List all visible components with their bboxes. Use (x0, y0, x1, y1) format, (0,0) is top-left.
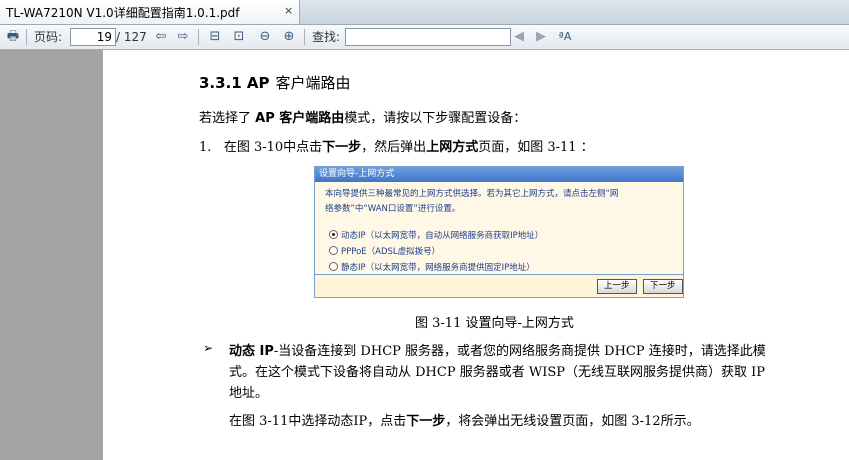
dialog-description: 本向导提供三种最常见的上网方式供选择。若为其它上网方式，请点击左侧“网 络参数”… (325, 187, 675, 217)
last-paragraph: 在图 3-11中选择动态IP，点击下一步，将会弹出无线设置页面，如图 3-12所… (229, 410, 700, 429)
tab-bar: TL-WA7210N V1.0详细配置指南1.0.1.pdf × (0, 0, 849, 25)
step-bold-mode: 上网方式 (426, 140, 479, 155)
step-text-end: 页面，如图 3-11 ： (478, 140, 594, 155)
zoom-in-icon[interactable]: ⊕ (280, 28, 298, 46)
bullet-bold: 动态 IP (229, 344, 274, 359)
find-input[interactable] (345, 28, 511, 46)
left-gray-panel (0, 50, 103, 460)
radio-icon[interactable] (329, 262, 338, 271)
find-previous-icon[interactable]: ◀ (510, 28, 528, 46)
dialog-footer: 上一步 下一步 (315, 274, 683, 297)
bullet-arrow-icon: ➢ (203, 341, 214, 355)
step-number: 1. (199, 140, 212, 155)
find-next-icon[interactable]: ▶ (532, 28, 550, 46)
page-total: / 127 (116, 30, 147, 44)
next-page-icon[interactable]: ⇨ (174, 28, 192, 46)
step-text: 在图 3-10中点击 (223, 140, 323, 155)
previous-page-icon[interactable]: ⇦ (152, 28, 170, 46)
intro-bold: AP 客户端路由 (255, 111, 345, 126)
option-pppoe[interactable]: PPPoE（ADSL虚拟拨号） (329, 245, 440, 257)
bullet-line-2: 式。在这个模式下设备将自动从 DHCP 服务器或者 WISP（无线互联网服务提供… (229, 365, 766, 380)
radio-icon[interactable] (329, 246, 338, 255)
step-paragraph: 1. 在图 3-10中点击下一步，然后弹出上网方式页面，如图 3-11 ： (199, 136, 594, 155)
bullet-line-1: 动态 IP-当设备连接到 DHCP 服务器，或者您的网络服务商提供 DHCP 连… (229, 340, 766, 359)
option-label: 动态IP（以太网宽带，自动从网络服务商获取IP地址） (341, 231, 544, 241)
option-label: PPPoE（ADSL虚拟拨号） (341, 247, 441, 257)
step-bold-next: 下一步 (322, 140, 362, 155)
bullet-line-3: 地址。 (229, 386, 269, 401)
zoom-out-icon[interactable]: ⊖ (256, 28, 274, 46)
option-dynamic-ip[interactable]: 动态IP（以太网宽带，自动从网络服务商获取IP地址） (329, 229, 543, 241)
bullet-text: -当设备连接到 DHCP 服务器，或者您的网络服务商提供 DHCP 连接时，请选… (273, 344, 766, 359)
next-step-button[interactable]: 下一步 (643, 279, 683, 294)
section-heading-number: 3.3.1 AP (199, 74, 270, 92)
dialog-title: 设置向导-上网方式 (315, 167, 683, 182)
dialog-desc-line: 络参数”中“WAN口设置”进行设置。 (325, 204, 461, 214)
figure-caption: 图 3-11 设置向导-上网方式 (415, 316, 574, 331)
section-heading-text: 客户端路由 (275, 74, 351, 92)
fit-width-icon[interactable]: ⊟ (206, 28, 224, 46)
dialog-desc-line: 本向导提供三种最常见的上网方式供选择。若为其它上网方式，请点击左侧“网 (325, 189, 619, 199)
toolbar-separator (26, 29, 27, 45)
option-label: 静态IP（以太网宽带，网络服务商提供固定IP地址） (341, 263, 535, 273)
intro-text-end: 模式，请按以下步骤配置设备： (344, 111, 527, 126)
find-label: 查找: (312, 30, 341, 44)
toolbar-separator (198, 29, 199, 45)
close-tab-icon[interactable]: × (284, 4, 293, 17)
document-tab-title: TL-WA7210N V1.0详细配置指南1.0.1.pdf (6, 6, 240, 20)
last-text: 在图 3-11中选择动态IP，点击 (229, 414, 407, 429)
toolbar: 🖶 页码: / 127 ⇦ ⇨ ⊟ ⊡ ⊖ ⊕ 查找: ◀ ▶ ªA (0, 25, 849, 50)
wizard-dialog-figure: 设置向导-上网方式 本向导提供三种最常见的上网方式供选择。若为其它上网方式，请点… (314, 166, 684, 298)
intro-text: 若选择了 (199, 111, 256, 126)
fit-page-icon[interactable]: ⊡ (230, 28, 248, 46)
match-case-icon[interactable]: ªA (556, 28, 574, 46)
option-static-ip[interactable]: 静态IP（以太网宽带，网络服务商提供固定IP地址） (329, 261, 535, 273)
last-bold: 下一步 (406, 414, 446, 429)
radio-selected-icon[interactable] (329, 230, 338, 239)
document-tab[interactable]: TL-WA7210N V1.0详细配置指南1.0.1.pdf × (0, 0, 300, 24)
toolbar-separator (304, 29, 305, 45)
print-icon[interactable]: 🖶 (4, 28, 22, 46)
intro-paragraph: 若选择了 AP 客户端路由模式，请按以下步骤配置设备： (199, 107, 526, 126)
previous-step-button[interactable]: 上一步 (597, 279, 637, 294)
section-heading: 3.3.1 AP 客户端路由 (199, 72, 351, 93)
document-page: 3.3.1 AP 客户端路由 若选择了 AP 客户端路由模式，请按以下步骤配置设备… (103, 50, 849, 460)
page-number-input[interactable] (70, 28, 116, 46)
step-text-mid: ，然后弹出 (361, 140, 427, 155)
page-label: 页码: (34, 30, 63, 44)
last-text-end: ，将会弹出无线设置页面，如图 3-12所示。 (445, 414, 700, 429)
